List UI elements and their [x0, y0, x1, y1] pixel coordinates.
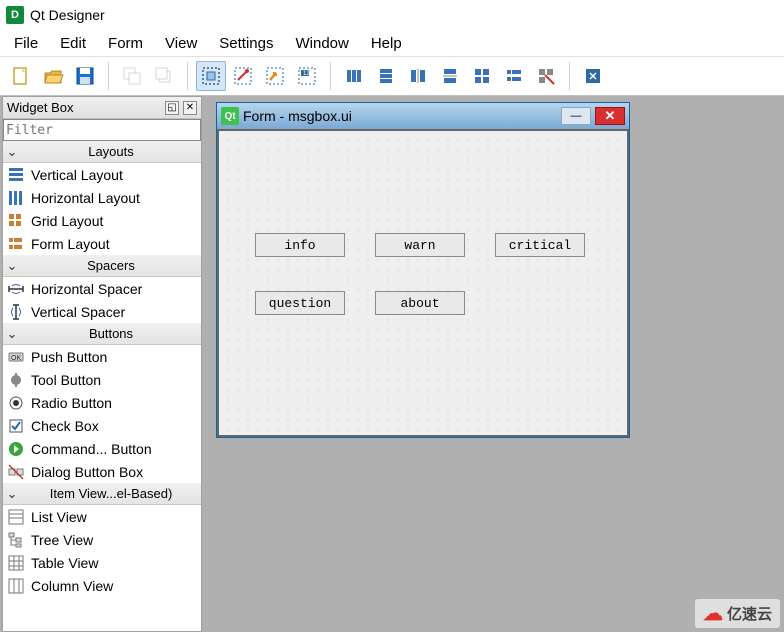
button-question[interactable]: question — [255, 291, 345, 315]
expand-icon: ⌄ — [3, 486, 21, 502]
form-title-text: Form - msgbox.ui — [243, 108, 352, 124]
toolbar-sep — [108, 62, 109, 90]
form-titlebar[interactable]: Qt Form - msgbox.ui — ✕ — [217, 103, 629, 129]
widget-vertical-spacer[interactable]: Vertical Spacer — [3, 300, 201, 323]
widget-tree-view[interactable]: Tree View — [3, 528, 201, 551]
widget-box-title: Widget Box — [7, 100, 73, 115]
radio-button-icon — [7, 394, 25, 412]
titlebar: D Qt Designer — [0, 0, 784, 30]
expand-icon: ⌄ — [3, 258, 21, 274]
toolbar-layout-v-icon[interactable] — [371, 61, 401, 91]
list-view-icon — [7, 508, 25, 526]
category-item-views[interactable]: ⌄Item View...el-Based) — [3, 483, 201, 505]
toolbar-open-icon[interactable] — [38, 61, 68, 91]
toolbar-break-layout-icon[interactable] — [531, 61, 561, 91]
mdi-area: Widget Box ◱ ✕ ⌄Layouts Vertical Layout … — [0, 96, 784, 632]
menu-view[interactable]: View — [155, 33, 207, 54]
vertical-layout-icon — [7, 166, 25, 184]
tree-view-icon — [7, 531, 25, 549]
toolbar-layout-grid-icon[interactable] — [467, 61, 497, 91]
horizontal-spacer-icon — [7, 280, 25, 298]
toolbar-edit-signals-icon[interactable] — [228, 61, 258, 91]
tool-button-icon — [7, 371, 25, 389]
watermark-text: 亿速云 — [727, 603, 772, 624]
toolbar-edit-buddies-icon[interactable] — [260, 61, 290, 91]
widget-horizontal-layout[interactable]: Horizontal Layout — [3, 186, 201, 209]
widget-command-link-button[interactable]: Command... Button — [3, 437, 201, 460]
app-title: Qt Designer — [30, 7, 105, 23]
menu-window[interactable]: Window — [285, 33, 358, 54]
toolbar-edit-widgets-icon[interactable] — [196, 61, 226, 91]
menubar: File Edit Form View Settings Window Help — [0, 30, 784, 56]
form-subwindow[interactable]: Qt Form - msgbox.ui — ✕ info warn critic… — [216, 102, 630, 438]
vertical-spacer-icon — [7, 303, 25, 321]
widget-radio-button[interactable]: Radio Button — [3, 391, 201, 414]
widget-box-filter-input[interactable] — [3, 119, 201, 141]
toolbar-edit-tab-order-icon[interactable]: 123 — [292, 61, 322, 91]
dock-close-icon[interactable]: ✕ — [183, 101, 197, 115]
toolbar-sep — [187, 62, 188, 90]
app-icon: D — [6, 6, 24, 24]
toolbar-paste-icon[interactable] — [149, 61, 179, 91]
widget-tool-button[interactable]: Tool Button — [3, 368, 201, 391]
widget-check-box[interactable]: Check Box — [3, 414, 201, 437]
widget-dialog-button-box[interactable]: Dialog Button Box — [3, 460, 201, 483]
button-info[interactable]: info — [255, 233, 345, 257]
menu-edit[interactable]: Edit — [50, 33, 96, 54]
form-canvas[interactable]: info warn critical question about — [217, 129, 629, 437]
widget-box-panel: Widget Box ◱ ✕ ⌄Layouts Vertical Layout … — [2, 96, 202, 632]
toolbar-sep — [569, 62, 570, 90]
minimize-icon[interactable]: — — [561, 107, 591, 125]
toolbar-adjust-size-icon[interactable] — [578, 61, 608, 91]
toolbar-save-icon[interactable] — [70, 61, 100, 91]
widget-box-header: Widget Box ◱ ✕ — [3, 97, 201, 119]
button-about[interactable]: about — [375, 291, 465, 315]
toolbar: 123 — [0, 56, 784, 96]
column-view-icon — [7, 577, 25, 595]
table-view-icon — [7, 554, 25, 572]
svg-text:123: 123 — [303, 71, 314, 77]
push-button-icon: OK — [7, 348, 25, 366]
horizontal-layout-icon — [7, 189, 25, 207]
expand-icon: ⌄ — [3, 326, 21, 342]
expand-icon: ⌄ — [3, 144, 21, 160]
toolbar-layout-h-icon[interactable] — [339, 61, 369, 91]
toolbar-sep — [330, 62, 331, 90]
toolbar-layout-form-icon[interactable] — [499, 61, 529, 91]
widget-table-view[interactable]: Table View — [3, 551, 201, 574]
widget-vertical-layout[interactable]: Vertical Layout — [3, 163, 201, 186]
watermark-logo-icon: ☁ — [703, 601, 723, 626]
menu-settings[interactable]: Settings — [209, 33, 283, 54]
menu-form[interactable]: Form — [98, 33, 153, 54]
widget-list-view[interactable]: List View — [3, 505, 201, 528]
category-layouts[interactable]: ⌄Layouts — [3, 141, 201, 163]
menu-help[interactable]: Help — [361, 33, 412, 54]
watermark: ☁ 亿速云 — [695, 599, 780, 628]
widget-grid-layout[interactable]: Grid Layout — [3, 209, 201, 232]
button-warn[interactable]: warn — [375, 233, 465, 257]
command-link-button-icon — [7, 440, 25, 458]
widget-push-button[interactable]: OKPush Button — [3, 345, 201, 368]
category-buttons[interactable]: ⌄Buttons — [3, 323, 201, 345]
menu-file[interactable]: File — [4, 33, 48, 54]
toolbar-layout-hsplit-icon[interactable] — [403, 61, 433, 91]
widget-horizontal-spacer[interactable]: Horizontal Spacer — [3, 277, 201, 300]
svg-text:OK: OK — [11, 355, 21, 362]
form-layout-icon — [7, 235, 25, 253]
check-box-icon — [7, 417, 25, 435]
toolbar-copy-icon[interactable] — [117, 61, 147, 91]
widget-column-view[interactable]: Column View — [3, 574, 201, 597]
toolbar-new-icon[interactable] — [6, 61, 36, 91]
category-spacers[interactable]: ⌄Spacers — [3, 255, 201, 277]
close-icon[interactable]: ✕ — [595, 107, 625, 125]
button-critical[interactable]: critical — [495, 233, 585, 257]
dock-float-icon[interactable]: ◱ — [165, 101, 179, 115]
grid-layout-icon — [7, 212, 25, 230]
qt-icon: Qt — [221, 107, 239, 125]
toolbar-layout-vsplit-icon[interactable] — [435, 61, 465, 91]
dialog-button-box-icon — [7, 463, 25, 481]
widget-form-layout[interactable]: Form Layout — [3, 232, 201, 255]
